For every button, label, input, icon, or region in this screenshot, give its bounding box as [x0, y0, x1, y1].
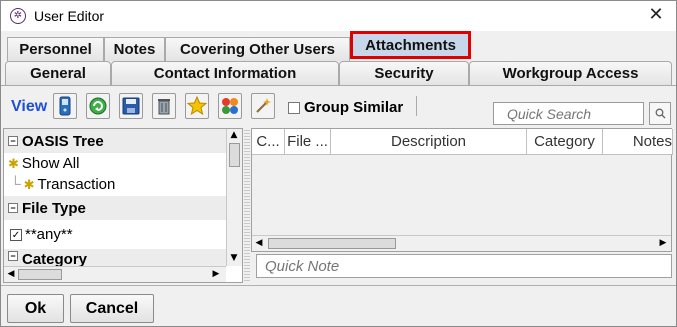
- tree-item-transaction[interactable]: └ ✱ Transaction: [10, 176, 115, 193]
- tab-contact-information[interactable]: Contact Information: [111, 61, 339, 85]
- tab-row-top: Personnel Notes Covering Other Users Att…: [1, 31, 676, 61]
- cancel-button[interactable]: Cancel: [70, 294, 154, 323]
- filter-horizontal-scrollbar[interactable]: ◀ ▶: [4, 266, 226, 282]
- dialog-button-bar: Ok Cancel: [1, 285, 676, 326]
- oasis-tree-header[interactable]: − OASIS Tree: [4, 129, 226, 153]
- refresh-icon: [89, 97, 107, 115]
- close-button[interactable]: ✕: [646, 5, 666, 25]
- column-header-notes[interactable]: Notes: [603, 129, 673, 155]
- column-header-category[interactable]: Category: [527, 129, 603, 155]
- tab-notes[interactable]: Notes: [104, 37, 165, 61]
- wand-icon: [256, 98, 271, 113]
- column-header-file[interactable]: File ...: [285, 129, 331, 155]
- title-bar: ✲ User Editor ✕: [1, 1, 676, 31]
- window-title: User Editor: [34, 8, 105, 24]
- trash-icon: [158, 99, 170, 115]
- view-label: View: [11, 98, 48, 115]
- file-type-header[interactable]: − File Type: [4, 196, 226, 220]
- search-button[interactable]: [649, 102, 671, 125]
- scroll-up-arrow[interactable]: ▲: [227, 130, 241, 140]
- user-editor-window: ✲ User Editor ✕ Personnel Notes Covering…: [0, 0, 677, 327]
- favorite-button[interactable]: [185, 93, 209, 119]
- scroll-thumb[interactable]: [268, 238, 396, 249]
- tab-security[interactable]: Security: [339, 61, 469, 85]
- quick-note-input[interactable]: [256, 254, 672, 278]
- group-similar-option[interactable]: Group Similar: [288, 99, 403, 116]
- scroll-left-arrow[interactable]: ◀: [252, 238, 266, 248]
- category-header[interactable]: − Category: [4, 249, 226, 266]
- scroll-left-arrow[interactable]: ◀: [4, 269, 18, 279]
- delete-button[interactable]: [152, 93, 176, 119]
- scroll-right-arrow[interactable]: ▶: [209, 269, 223, 279]
- tab-general[interactable]: General: [5, 61, 111, 85]
- column-header-description[interactable]: Description: [331, 129, 527, 155]
- file-type-any-option[interactable]: ✓ **any**: [10, 226, 73, 243]
- tab-personnel[interactable]: Personnel: [7, 37, 104, 61]
- tree-branch-line: └: [10, 176, 21, 193]
- quick-search-input[interactable]: [493, 102, 644, 125]
- table-header-row: C... File ... Description Category Notes: [252, 129, 673, 155]
- tab-workgroup-access[interactable]: Workgroup Access: [469, 61, 672, 85]
- bee-icon: ✱: [23, 176, 35, 192]
- filter-panel: − OASIS Tree ✱ Show All └ ✱ Transaction …: [3, 128, 243, 283]
- ok-button[interactable]: Ok: [7, 294, 64, 323]
- save-button[interactable]: [119, 93, 143, 119]
- bee-icon: ✱: [8, 155, 19, 171]
- tree-item-show-all[interactable]: ✱ Show All: [8, 155, 79, 172]
- wizard-button[interactable]: [251, 93, 275, 119]
- scroll-thumb[interactable]: [18, 269, 62, 280]
- people-icon: [222, 98, 238, 114]
- collapse-icon[interactable]: −: [8, 203, 18, 213]
- subframe-edge: [251, 252, 255, 283]
- refresh-button[interactable]: [86, 93, 110, 119]
- phone-icon: [59, 96, 71, 116]
- app-logo-icon: ✲: [10, 8, 26, 24]
- tab-attachments[interactable]: Attachments: [350, 31, 471, 59]
- panel-splitter[interactable]: [244, 128, 250, 283]
- tab-covering-other-users[interactable]: Covering Other Users: [165, 37, 350, 61]
- table-horizontal-scrollbar[interactable]: ◀ ▶: [252, 235, 671, 251]
- group-similar-checkbox[interactable]: [288, 101, 300, 114]
- phone-button[interactable]: [53, 93, 77, 119]
- column-header-c[interactable]: C...: [252, 129, 285, 155]
- toolbar-separator: [416, 96, 417, 116]
- search-icon: [655, 108, 665, 119]
- scroll-thumb[interactable]: [229, 143, 240, 167]
- collapse-icon[interactable]: −: [8, 251, 18, 261]
- scroll-right-arrow[interactable]: ▶: [656, 238, 670, 248]
- save-icon: [122, 97, 140, 115]
- any-checkbox[interactable]: ✓: [10, 228, 22, 241]
- attachments-table: C... File ... Description Category Notes…: [251, 128, 673, 252]
- star-icon: [187, 96, 207, 116]
- people-button[interactable]: [218, 93, 242, 119]
- filter-vertical-scrollbar[interactable]: ▲ ▼: [226, 129, 242, 266]
- group-similar-label: Group Similar: [304, 99, 404, 116]
- collapse-icon[interactable]: −: [8, 136, 18, 146]
- scroll-down-arrow[interactable]: ▼: [227, 253, 241, 263]
- tab-row-bottom: General Contact Information Security Wor…: [1, 61, 676, 85]
